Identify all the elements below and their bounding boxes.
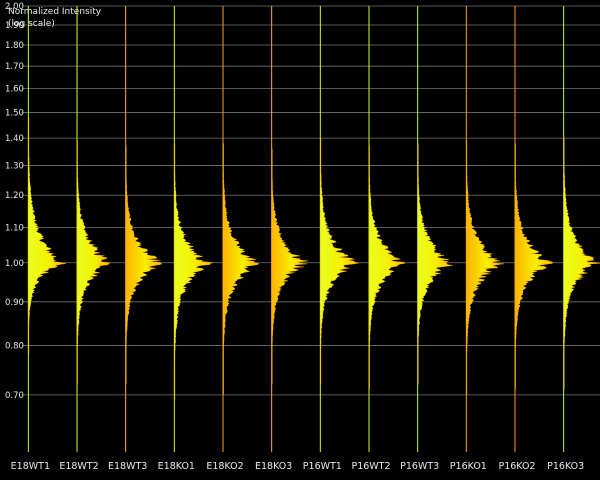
y-tick-label: 1.60 (5, 85, 24, 95)
x-tick-label: P16KO3 (547, 461, 584, 472)
x-tick-label: P16KO1 (450, 461, 487, 472)
x-tick-label: E18KO1 (158, 461, 195, 472)
x-tick-label: P16KO2 (498, 461, 535, 472)
y-tick-label: 0.80 (5, 341, 24, 351)
y-axis-label-line1: Normalized Intensity (8, 7, 102, 17)
x-tick-label: P16WT2 (351, 461, 390, 472)
x-tick-label: E18WT3 (108, 461, 147, 472)
x-tick-label: P16WT3 (400, 461, 439, 472)
x-tick-label: P16WT1 (303, 461, 342, 472)
chart-svg: 0.70 0.80 0.90 1.00 1.10 1.20 1.30 1.40 1.50 1.60… (0, 0, 600, 475)
x-tick-label: E18WT2 (59, 461, 98, 472)
chart-background (0, 0, 600, 475)
chart-root: 0.70 0.80 0.90 1.00 1.10 1.20 1.30 1.40 1.50 1.60… (0, 0, 600, 475)
x-tick-label: E18WT1 (11, 461, 50, 472)
y-tick-label: 1.30 (5, 162, 24, 172)
y-tick-label: 1.70 (5, 62, 24, 72)
y-tick-label: 0.70 (5, 391, 24, 401)
x-tick-label: E18KO2 (206, 461, 243, 472)
y-tick-label: 1.80 (5, 41, 24, 51)
y-tick-label: 1.50 (5, 109, 24, 119)
y-tick-label: 1.40 (5, 134, 24, 144)
y-tick-label: 0.90 (5, 298, 24, 308)
y-tick-label: 1.20 (5, 191, 24, 201)
y-axis-label-line2: (log scale) (8, 19, 55, 29)
y-tick-label: 1.00 (5, 259, 24, 269)
x-tick-label: E18KO3 (255, 461, 292, 472)
y-tick-label: 1.10 (5, 223, 24, 233)
